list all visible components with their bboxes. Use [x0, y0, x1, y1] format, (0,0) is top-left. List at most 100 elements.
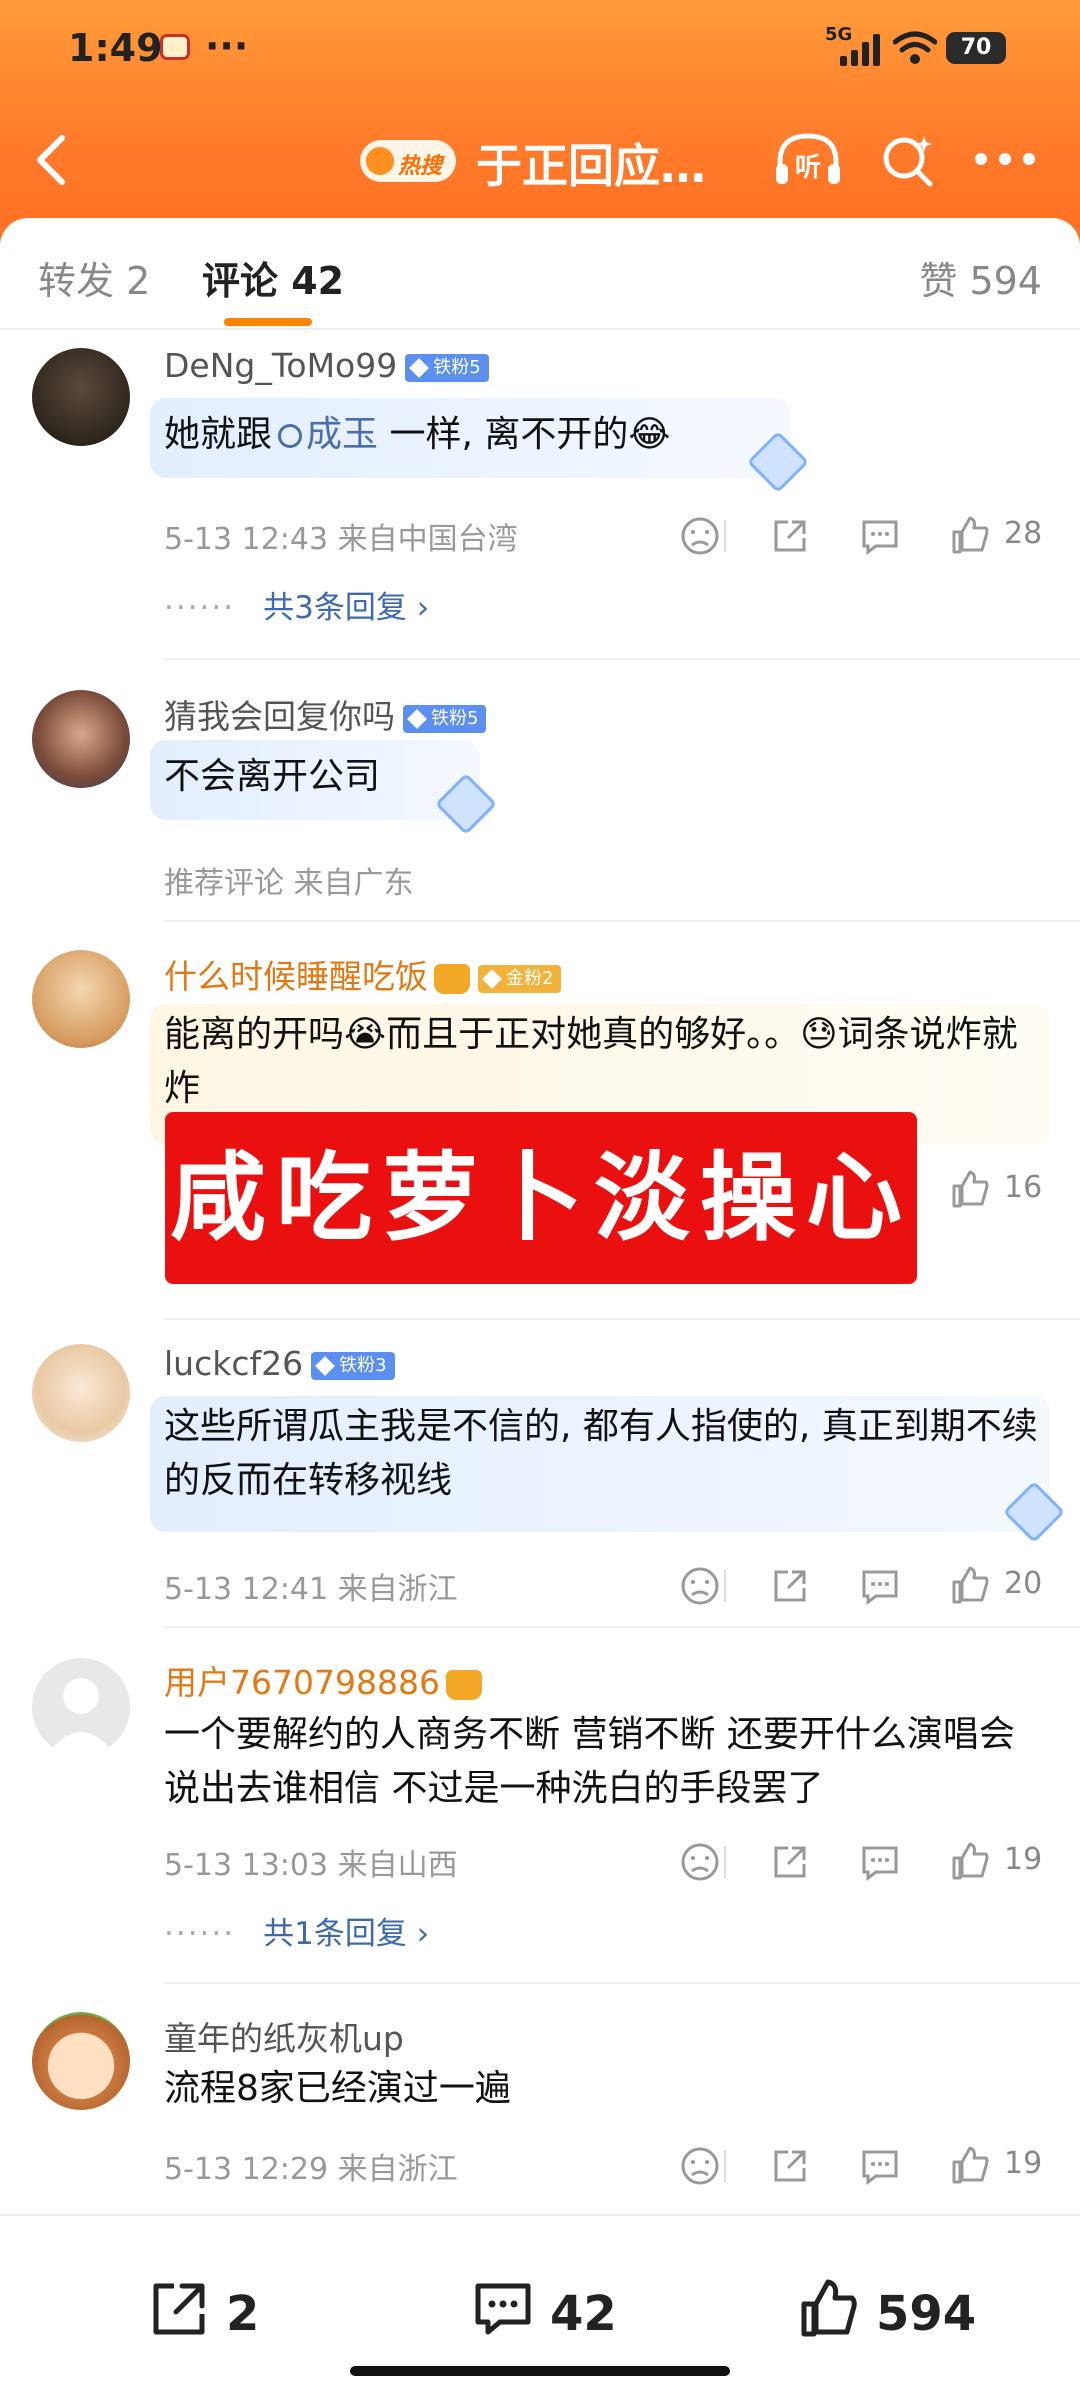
avatar[interactable]	[32, 1344, 130, 1442]
tab-likes[interactable]: 赞 594	[919, 250, 1042, 305]
share-icon[interactable]	[768, 514, 812, 558]
comment-actions: 28	[648, 514, 1048, 558]
wifi-icon	[893, 31, 937, 64]
hot-search-badge[interactable]: 热搜	[360, 140, 456, 182]
comment-text: 不会离开公司	[164, 756, 381, 797]
comment-meta: 5-13 13:03 来自山西	[164, 1848, 458, 1883]
action-divider	[724, 520, 726, 552]
home-indicator[interactable]	[350, 2366, 730, 2376]
crown-icon	[434, 963, 470, 994]
comment-divider	[164, 1318, 1080, 1320]
avatar[interactable]	[32, 1658, 130, 1756]
listen-icon[interactable]: 听	[772, 130, 844, 190]
avatar[interactable]	[32, 2012, 130, 2110]
comment-actions: 20	[648, 1564, 1048, 1608]
comment-username[interactable]: 猜我会回复你吗 铁粉5	[164, 690, 487, 738]
dislike-icon[interactable]	[678, 1564, 722, 1608]
action-divider	[724, 1846, 726, 1878]
like-icon[interactable]	[948, 1564, 992, 1608]
comment-text: 一个要解约的人商务不断 营销不断 还要开什么演唱会 说出去谁相信 不过是一种洗白…	[164, 1714, 1015, 1809]
comment-username[interactable]: 什么时候睡醒吃饭 金粉2	[164, 950, 562, 998]
active-tab-indicator	[224, 318, 312, 326]
signal-icon	[840, 34, 884, 66]
comment-meta: 5-13 12:29 来自浙江	[164, 2152, 458, 2187]
page-title[interactable]: 于正回应…	[476, 130, 706, 196]
crown-icon	[445, 1669, 482, 1700]
comment-actions: 16	[648, 1168, 1048, 1212]
avatar[interactable]	[32, 690, 130, 788]
dislike-icon[interactable]	[678, 2144, 722, 2188]
comment-text: 她就跟 成玉 一样, 离不开的😂	[164, 414, 671, 455]
action-divider	[724, 2150, 726, 2182]
action-divider	[724, 1570, 726, 1602]
like-icon[interactable]	[948, 1840, 992, 1884]
like-count: 19	[1004, 2146, 1043, 2181]
tab-reposts[interactable]: 转发 2	[38, 250, 150, 305]
comment-text: 能离的开吗😭而且于正对她真的够好。。😓词条说炸就炸	[164, 1014, 1018, 1109]
like-button[interactable]: 594	[796, 2276, 1016, 2346]
reply-icon[interactable]	[858, 1564, 902, 1608]
status-time: 1:49	[68, 26, 163, 70]
reply-icon[interactable]	[858, 1840, 902, 1884]
like-count: 19	[1004, 1842, 1043, 1877]
fan-badge: 铁粉5	[405, 353, 489, 382]
reply-icon[interactable]	[858, 2144, 902, 2188]
like-total: 594	[876, 2286, 977, 2342]
like-icon[interactable]	[948, 514, 992, 558]
avatar[interactable]	[32, 950, 130, 1048]
hot-search-icon	[366, 147, 394, 175]
repost-button[interactable]: 2	[146, 2276, 286, 2346]
like-icon[interactable]	[948, 1168, 992, 1212]
share-icon[interactable]	[768, 1564, 812, 1608]
dislike-icon[interactable]	[678, 514, 722, 558]
comment-divider	[164, 1982, 1080, 1984]
like-count: 16	[1004, 1170, 1043, 1205]
comment-divider	[164, 658, 1080, 660]
topic-search-icon	[278, 424, 303, 448]
like-count: 28	[1004, 516, 1043, 551]
tab-bar: 转发 2 评论 42 赞 594	[0, 218, 1080, 330]
thumbs-up-icon	[801, 2279, 857, 2337]
repost-count: 2	[226, 2286, 260, 2342]
comment-username[interactable]: DeNg_ToMo99 铁粉5	[164, 346, 489, 385]
comment-text: 流程8家已经演过一遍	[164, 2068, 511, 2109]
comment-button[interactable]: 42	[470, 2276, 640, 2346]
view-replies-link[interactable]: ······ 共3条回复 ›	[164, 582, 429, 627]
comment-divider	[164, 920, 1080, 922]
like-count: 20	[1004, 1566, 1043, 1601]
search-icon[interactable]	[878, 130, 938, 190]
share-icon[interactable]	[768, 1840, 812, 1884]
share-icon[interactable]	[768, 2144, 812, 2188]
comment-count: 42	[550, 2286, 617, 2342]
view-replies-link[interactable]: ······ 共1条回复 ›	[164, 1908, 429, 1953]
comment-meta: 5-13 12:43 来自中国台湾	[164, 522, 518, 557]
back-arrow-icon[interactable]	[32, 132, 72, 188]
comment-username[interactable]: 用户7670798886	[164, 1656, 482, 1704]
more-options-icon[interactable]	[972, 144, 1038, 174]
reply-icon[interactable]	[858, 514, 902, 558]
like-icon[interactable]	[948, 2144, 992, 2188]
dislike-icon[interactable]	[678, 1840, 722, 1884]
topic-link[interactable]: 成玉	[306, 414, 378, 455]
tab-comments[interactable]: 评论 42	[202, 250, 344, 305]
hot-search-label: 热搜	[398, 154, 443, 179]
avatar[interactable]	[32, 348, 130, 446]
comment-actions: 19	[648, 1840, 1048, 1884]
comment-username[interactable]: 童年的纸灰机up	[164, 2012, 404, 2060]
weibo-app-icon	[160, 34, 190, 60]
nav-bar: 热搜 于正回应… 听	[0, 120, 1080, 200]
listen-label: 听	[795, 153, 821, 183]
battery-indicator: 70	[946, 32, 1006, 64]
status-more-dots: ···	[205, 24, 249, 68]
comment-meta: 5-13 12:41 来自浙江	[164, 1572, 458, 1607]
comment-text: 这些所谓瓜主我是不信的, 都有人指使的, 真正到期不续的反而在转移视线	[164, 1406, 1038, 1501]
fan-badge: 铁粉5	[403, 704, 487, 733]
fan-badge: 金粉2	[478, 964, 562, 993]
comment-meta: 推荐评论 来自广东	[164, 866, 414, 901]
status-bar: 1:49 ··· 5G 70	[0, 20, 1080, 80]
top-header: 1:49 ··· 5G 70 热搜 于正回应… 听	[0, 0, 1080, 250]
comment-username[interactable]: luckcf26 铁粉3	[164, 1344, 395, 1383]
fan-badge: 铁粉3	[311, 1351, 395, 1380]
comment-actions: 19	[648, 2144, 1048, 2188]
repost-icon	[153, 2283, 205, 2335]
